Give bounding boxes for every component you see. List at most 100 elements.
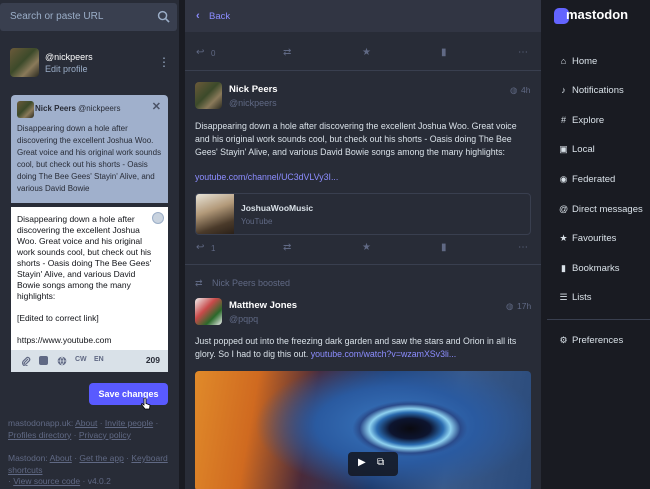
avatar <box>17 101 34 118</box>
back-button[interactable]: Back <box>209 11 230 22</box>
star-icon: ★ <box>559 233 568 243</box>
status-link[interactable]: youtube.com/watch?v=wzamXSv3li... <box>311 349 456 359</box>
globe-icon: ◉ <box>559 174 568 184</box>
video-controls: ▶ ⧉ <box>348 452 398 476</box>
gear-icon: ⚙ <box>559 335 568 345</box>
status-time[interactable]: 4h <box>521 85 530 95</box>
language-button[interactable]: EN <box>94 356 104 363</box>
character-counter: 209 <box>145 355 160 365</box>
compose-text[interactable]: Disappearing down a hole after discoveri… <box>17 214 155 346</box>
reply-icon[interactable]: ↩ <box>196 242 204 253</box>
bookmark-icon[interactable]: ▮ <box>441 242 447 253</box>
compose-panel: Search or paste URL @nickpeers Edit prof… <box>0 0 179 489</box>
close-icon[interactable]: ✕ <box>152 100 161 113</box>
reply-author: Nick Peers @nickpeers <box>35 104 121 113</box>
footer-about2-link[interactable]: About <box>50 453 72 463</box>
external-link-icon[interactable]: ⧉ <box>377 457 384 468</box>
content-warning-button[interactable]: CW <box>75 356 87 363</box>
mastodon-logo[interactable]: mastodon <box>554 5 644 27</box>
favourite-icon[interactable]: ★ <box>362 242 371 253</box>
attach-media-icon[interactable] <box>21 356 31 368</box>
status-time[interactable]: 17h <box>517 301 531 311</box>
nav-label: Bookmarks <box>572 263 620 274</box>
hashtag-icon: # <box>560 115 566 125</box>
more-vertical-icon[interactable]: ⋮ <box>158 55 170 69</box>
mastodon-app: Search or paste URL @nickpeers Edit prof… <box>0 0 650 489</box>
status-content: Just popped out into the freezing dark g… <box>195 335 533 361</box>
footer-about-link[interactable]: About <box>75 418 97 428</box>
reply-indicator: Nick Peers @nickpeers ✕ Disappearing dow… <box>11 95 168 203</box>
navigation-panel: mastodon ⌂ Home ♪ Notifications # Explor… <box>547 0 650 489</box>
save-changes-button[interactable]: Save changes <box>89 383 168 405</box>
play-icon[interactable]: ▶ <box>358 457 366 468</box>
emoji-picker-icon[interactable] <box>152 212 164 224</box>
author-acct[interactable]: @nickpeers <box>229 98 277 108</box>
avatar[interactable] <box>10 48 39 77</box>
nav-lists[interactable]: ☰ Lists <box>547 288 650 310</box>
footer-version: v4.0.2 <box>87 476 111 486</box>
footer-links: mastodonapp.uk: About · Invite people · … <box>8 418 168 486</box>
nav-notifications[interactable]: ♪ Notifications <box>547 81 650 103</box>
status-actions: ↩ 0 ⇄ ★ ▮ ⋯ <box>185 43 541 65</box>
divider <box>185 70 541 71</box>
at-sign-icon: @ <box>559 204 569 214</box>
nav-label: Local <box>572 144 595 155</box>
nav-label: Explore <box>572 115 605 126</box>
nav-label: Direct messages <box>572 204 643 215</box>
author-name[interactable]: Matthew Jones <box>229 300 297 311</box>
bookmark-icon: ▮ <box>561 263 566 273</box>
video-thumbnail[interactable]: ▶ ⧉ <box>195 371 531 489</box>
author-name[interactable]: Nick Peers <box>229 84 278 95</box>
favourite-icon[interactable]: ★ <box>362 47 371 58</box>
footer-server: mastodonapp.uk: <box>8 418 74 428</box>
footer-profiles-link[interactable]: Profiles directory <box>8 430 71 440</box>
avatar[interactable] <box>195 82 222 109</box>
search-icon[interactable] <box>157 10 170 23</box>
search-input[interactable]: Search or paste URL <box>0 3 177 31</box>
chevron-left-icon[interactable]: ‹ <box>196 10 200 22</box>
nav-bookmarks[interactable]: ▮ Bookmarks <box>547 259 650 281</box>
status-content: Disappearing down a hole after discoveri… <box>195 121 517 158</box>
compose-toolbar: CW EN 209 <box>11 350 168 372</box>
more-horizontal-icon[interactable]: ⋯ <box>518 242 528 253</box>
nav-preferences[interactable]: ⚙ Preferences <box>547 331 650 353</box>
boost-icon[interactable]: ⇄ <box>283 242 291 253</box>
nav-label: Notifications <box>572 85 624 96</box>
bookmark-icon[interactable]: ▮ <box>441 47 447 58</box>
nav-direct-messages[interactable]: @ Direct messages <box>547 200 650 222</box>
card-title: JoshuaWooMusic <box>241 203 314 213</box>
globe-icon[interactable] <box>57 356 67 368</box>
nav-federated[interactable]: ◉ Federated <box>547 170 650 192</box>
footer-getapp-link[interactable]: Get the app <box>79 453 123 463</box>
edit-profile-link[interactable]: Edit profile <box>45 64 88 74</box>
home-icon: ⌂ <box>560 56 567 66</box>
nav-home[interactable]: ⌂ Home <box>547 52 650 74</box>
thread-column: ‹ Back ↩ 0 ⇄ ★ ▮ ⋯ Nick Peers @nickpeers… <box>185 0 541 489</box>
globe-icon: ◍ <box>510 85 518 95</box>
nav-favourites[interactable]: ★ Favourites <box>547 229 650 251</box>
nav-label: Lists <box>572 292 592 303</box>
footer-source-link[interactable]: View source code <box>13 476 80 486</box>
poll-icon[interactable] <box>39 356 48 365</box>
avatar[interactable] <box>195 298 222 325</box>
boost-icon: ⇄ <box>195 278 203 288</box>
compose-textarea[interactable]: Disappearing down a hole after discoveri… <box>11 207 168 350</box>
status-link[interactable]: youtube.com/channel/UC3dVLVy3I... <box>195 171 533 184</box>
search-placeholder: Search or paste URL <box>10 11 104 22</box>
user-handle: @nickpeers <box>45 52 93 62</box>
boosted-by[interactable]: Nick Peers boosted <box>212 278 290 288</box>
boost-icon[interactable]: ⇄ <box>283 47 291 58</box>
nav-local[interactable]: ▣ Local <box>547 140 650 162</box>
reply-icon[interactable]: ↩ <box>196 47 204 58</box>
footer-invite-link[interactable]: Invite people <box>105 418 153 428</box>
nav-explore[interactable]: # Explore <box>547 111 650 133</box>
link-preview-card[interactable]: JoshuaWooMusic YouTube <box>195 193 531 235</box>
current-user: @nickpeers Edit profile ⋮ <box>10 46 170 78</box>
nav-label: Preferences <box>572 335 624 346</box>
more-horizontal-icon[interactable]: ⋯ <box>518 47 528 58</box>
reply-count: 1 <box>211 244 216 253</box>
author-acct[interactable]: @pqpq <box>229 314 258 324</box>
back-bar[interactable]: ‹ Back <box>185 0 541 32</box>
reply-author-name: Nick Peers <box>35 104 76 113</box>
footer-privacy-link[interactable]: Privacy policy <box>79 430 131 440</box>
